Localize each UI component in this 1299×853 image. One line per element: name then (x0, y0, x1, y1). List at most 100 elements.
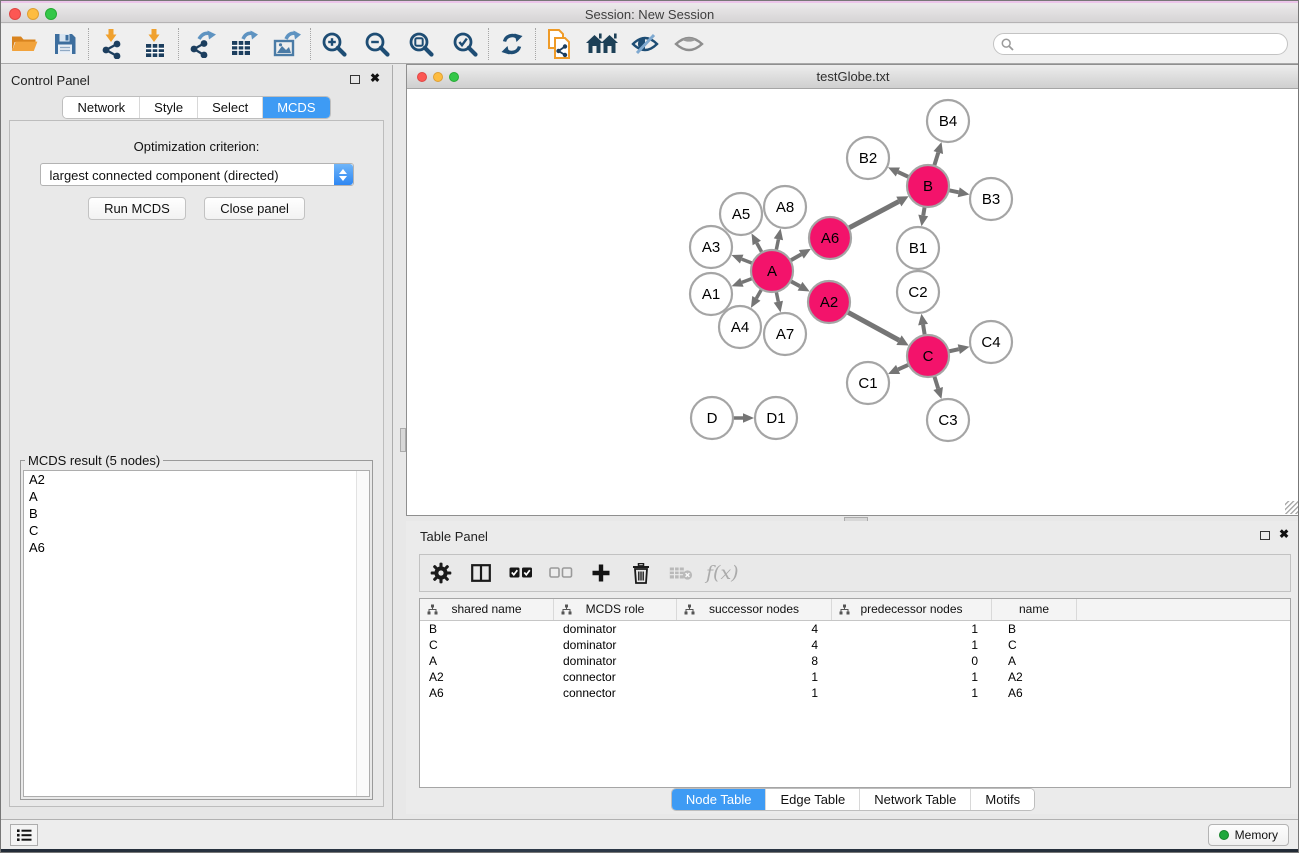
graph-edge-arrowhead (774, 229, 783, 241)
save-icon[interactable] (48, 27, 82, 61)
zoom-selected-icon[interactable] (448, 27, 482, 61)
table-row[interactable]: A2connector11A2 (420, 669, 1290, 685)
toolbar-separator (178, 28, 179, 60)
dropdown-selected-value: largest connected component (directed) (50, 168, 279, 183)
settings-gear-icon[interactable] (428, 560, 454, 586)
graph-edge-A6-B[interactable] (847, 201, 899, 229)
network-graph[interactable]: AA1A2A3A4A5A6A7A8BB1B2B3B4CC1C2C3C4DD1 (407, 89, 1299, 515)
graph-node-label: D1 (766, 410, 785, 427)
import-network-icon[interactable] (95, 27, 129, 61)
show-panel-eye-icon[interactable] (672, 27, 706, 61)
graph-node-label: C2 (908, 284, 927, 301)
task-history-button[interactable] (10, 824, 38, 846)
export-image-icon[interactable] (270, 27, 304, 61)
delete-trash-icon[interactable] (628, 560, 654, 586)
memory-button[interactable]: Memory (1208, 824, 1289, 846)
import-table-icon[interactable] (138, 27, 172, 61)
scrollbar-track[interactable] (356, 471, 369, 796)
table-cell: B (992, 621, 1077, 637)
run-mcds-button[interactable]: Run MCDS (88, 197, 186, 220)
table-cell: C (992, 637, 1077, 653)
open-folder-icon[interactable] (7, 27, 41, 61)
table-cell: 1 (832, 669, 992, 685)
graph-edge-arrowhead (958, 344, 970, 354)
table-cell: 8 (677, 653, 832, 669)
column-header-name[interactable]: name (992, 599, 1077, 620)
graph-node-label: B4 (939, 113, 957, 130)
hide-panel-eye-icon[interactable] (628, 27, 662, 61)
mcds-result-item[interactable]: A2 (24, 471, 369, 488)
network-window-titlebar[interactable]: testGlobe.txt (407, 65, 1299, 89)
mcds-result-item[interactable]: C (24, 522, 369, 539)
tab-node-table[interactable]: Node Table (672, 789, 767, 810)
home-icon[interactable] (585, 27, 619, 61)
graph-edge-arrowhead (958, 187, 970, 197)
control-panel-title: Control Panel (11, 73, 90, 88)
select-all-icon[interactable] (508, 560, 534, 586)
control-panel-tabs: NetworkStyleSelectMCDS (1, 96, 392, 119)
graph-node-label: B3 (982, 191, 1000, 208)
column-panel-icon[interactable] (468, 560, 494, 586)
mcds-result-item[interactable]: A (24, 488, 369, 505)
add-column-icon[interactable] (588, 560, 614, 586)
search-input[interactable] (1018, 37, 1287, 51)
zoom-fit-icon[interactable] (404, 27, 438, 61)
column-header-MCDS-role[interactable]: MCDS role (554, 599, 677, 620)
table-cell: 4 (677, 621, 832, 637)
tab-mcds[interactable]: MCDS (263, 97, 329, 118)
memory-status-icon (1219, 830, 1229, 840)
table-cell: A6 (420, 685, 554, 701)
graph-edge-A2-C[interactable] (846, 311, 899, 340)
table-row[interactable]: A6connector11A6 (420, 685, 1290, 701)
zoom-in-icon[interactable] (317, 27, 351, 61)
float-panel-icon[interactable] (350, 75, 360, 84)
search-field[interactable] (993, 33, 1288, 55)
tab-network[interactable]: Network (63, 97, 140, 118)
network-canvas[interactable]: AA1A2A3A4A5A6A7A8BB1B2B3B4CC1C2C3C4DD1 (407, 89, 1299, 515)
tab-style[interactable]: Style (140, 97, 198, 118)
search-icon (1001, 38, 1014, 51)
table-cell: connector (554, 685, 677, 701)
table-panel-header: Table Panel ✖ (406, 521, 1299, 549)
session-title: Session: New Session (1, 7, 1298, 22)
table-row[interactable]: Cdominator41C (420, 637, 1290, 653)
tab-edge-table[interactable]: Edge Table (766, 789, 860, 810)
table-cell: A6 (992, 685, 1077, 701)
graph-edge-arrowhead (731, 255, 743, 264)
toolbar-separator (535, 28, 536, 60)
export-table-icon[interactable] (227, 27, 261, 61)
refresh-icon[interactable] (495, 27, 529, 61)
tab-motifs[interactable]: Motifs (971, 789, 1034, 810)
column-header-successor-nodes[interactable]: successor nodes (677, 599, 832, 620)
table-toolbar: f(x) (419, 554, 1291, 592)
graph-node-label: C4 (981, 334, 1000, 351)
toolbar-separator (488, 28, 489, 60)
table-row[interactable]: Bdominator41B (420, 621, 1290, 637)
splitter-handle-vertical[interactable] (400, 428, 406, 452)
tab-select[interactable]: Select (198, 97, 263, 118)
close-panel-icon[interactable]: ✖ (370, 71, 380, 85)
zoom-out-icon[interactable] (360, 27, 394, 61)
close-panel-button[interactable]: Close panel (204, 197, 305, 220)
mcds-result-list[interactable]: A2ABCA6 (23, 470, 370, 797)
graph-node-label: B2 (859, 150, 877, 167)
tab-network-table[interactable]: Network Table (860, 789, 971, 810)
clone-network-icon[interactable] (542, 27, 576, 61)
column-header-predecessor-nodes[interactable]: predecessor nodes (832, 599, 992, 620)
mcds-result-item[interactable]: A6 (24, 539, 369, 556)
export-network-icon[interactable] (185, 27, 219, 61)
table-row[interactable]: Adominator80A (420, 653, 1290, 669)
graph-node-label: C1 (858, 375, 877, 392)
graph-node-label: A2 (820, 294, 838, 311)
graph-node-label: A (767, 263, 777, 280)
optimization-criterion-dropdown[interactable]: largest connected component (directed) (40, 163, 354, 186)
deselect-all-icon[interactable] (548, 560, 574, 586)
table-cell: C (420, 637, 554, 653)
resize-grip-icon[interactable] (1285, 501, 1298, 514)
network-window-title: testGlobe.txt (407, 69, 1299, 84)
close-panel-icon[interactable]: ✖ (1279, 527, 1289, 541)
column-header-shared-name[interactable]: shared name (420, 599, 554, 620)
float-panel-icon[interactable] (1260, 531, 1270, 540)
mcds-result-item[interactable]: B (24, 505, 369, 522)
control-panel: Control Panel ✖ NetworkStyleSelectMCDS O… (1, 65, 393, 819)
